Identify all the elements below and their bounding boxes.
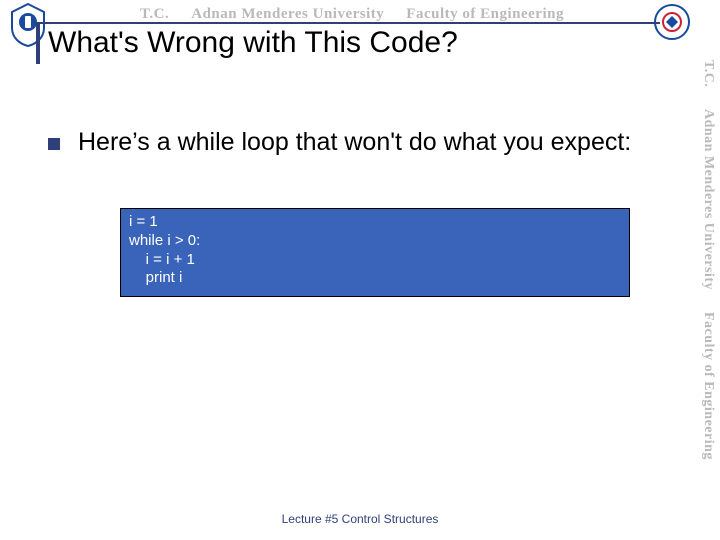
watermark-fac: Faculty of Engineering [406, 6, 564, 23]
code-line-4: print i [129, 269, 182, 286]
title-accent-bar [36, 22, 40, 64]
watermark-right-fac: Faculty of Engineering [690, 312, 716, 460]
watermark-uni: Adnan Menderes University [191, 6, 384, 23]
code-line-2: while i > 0: [129, 232, 200, 249]
watermark-top: T.C. Adnan Menderes University Faculty o… [140, 6, 660, 23]
bullet-text: Here’s a while loop that won't do what y… [78, 128, 631, 158]
code-line-3: i = i + 1 [129, 251, 195, 268]
bullet-item: Here’s a while loop that won't do what y… [48, 128, 650, 158]
slide-footer: Lecture #5 Control Structures [0, 512, 720, 526]
code-block: i = 1 while i > 0: i = i + 1 print i [120, 208, 630, 297]
watermark-right-tc: T.C. [690, 60, 716, 87]
slide: T.C. Adnan Menderes University Faculty o… [0, 0, 720, 540]
bullet-square-icon [48, 138, 60, 150]
watermark-right: T.C. Adnan Menderes University Faculty o… [690, 60, 716, 530]
watermark-right-uni: Adnan Menderes University [690, 109, 716, 290]
university-logo-right-icon [652, 2, 692, 48]
university-logo-left-icon [8, 2, 48, 48]
watermark-tc: T.C. [140, 6, 169, 23]
code-line-1: i = 1 [129, 213, 158, 230]
title-rule [36, 22, 660, 24]
slide-body: Here’s a while loop that won't do what y… [48, 128, 650, 158]
slide-title: What's Wrong with This Code? [48, 26, 458, 60]
